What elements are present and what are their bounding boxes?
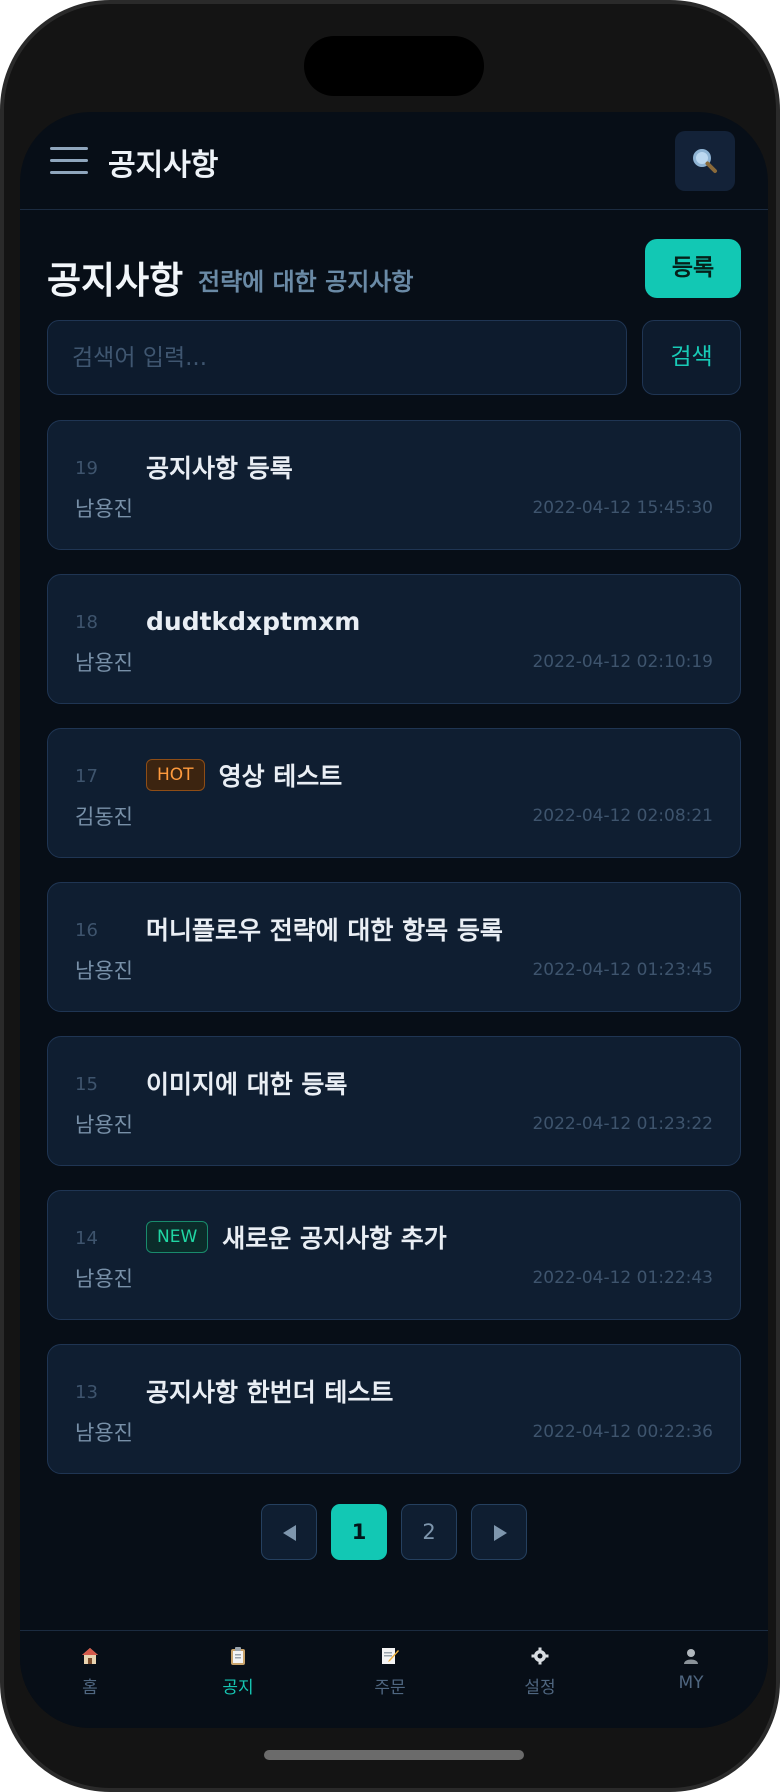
notice-author: 남용진 [75,1421,133,1445]
notice-card[interactable]: 13 공지사항 한번더 테스트남용진 2022-04-12 00:22:36 [47,1344,741,1474]
notice-title-row: 공지사항 등록 [146,449,293,485]
search-icon [693,149,717,173]
notice-author: 남용진 [75,651,133,675]
notice-number: 16 [75,920,98,941]
notice-title-row: NEW 새로운 공지사항 추가 [146,1219,447,1255]
search-input[interactable] [47,320,627,395]
notice-title-row: 공지사항 한번더 테스트 [146,1373,393,1409]
notice-title-row: dudtkdxptmxm [146,603,360,639]
pagination: 1 2 [261,1504,527,1562]
notice-date: 2022-04-12 15:45:30 [532,498,713,518]
notice-card[interactable]: 15 이미지에 대한 등록남용진 2022-04-12 01:23:22 [47,1036,741,1166]
clipboard-icon [188,1647,288,1669]
page-button-2[interactable]: 2 [401,1504,457,1560]
notice-title-row: 이미지에 대한 등록 [146,1065,347,1101]
nav-item-home[interactable]: 홈 [40,1643,140,1698]
notice-author: 남용진 [75,497,133,521]
notice-date: 2022-04-12 02:08:21 [532,806,713,826]
user-icon [641,1647,741,1669]
notice-card[interactable]: 16 머니플로우 전략에 대한 항목 등록남용진 2022-04-12 01:23:… [47,882,741,1012]
nav-item-notice[interactable]: 공지 [188,1643,288,1698]
notice-title-row: 머니플로우 전략에 대한 항목 등록 [146,911,503,947]
notice-title[interactable]: dudtkdxptmxm [146,607,360,636]
new-badge: NEW [146,1221,209,1253]
nav-label-home: 홈 [82,1678,98,1698]
nav-label-settings: 설정 [524,1678,556,1698]
notice-number: 19 [75,458,98,479]
notice-card[interactable]: 18 dudtkdxptmxm 남용진 2022-04-12 02:10:19 [47,574,741,704]
notice-title[interactable]: 영상 테스트 [219,757,343,793]
page-title: 공지사항 [47,259,184,302]
register-button[interactable]: 등록 [645,239,741,298]
notice-number: 13 [75,1382,98,1403]
home-indicator[interactable] [264,1750,524,1760]
notice-title[interactable]: 머니플로우 전략에 대한 항목 등록 [146,911,503,947]
notice-author: 김동진 [75,805,133,829]
next-page-button[interactable] [471,1504,527,1560]
notice-number: 18 [75,612,98,633]
notice-card[interactable]: 19 공지사항 등록남용진 2022-04-12 15:45:30 [47,420,741,550]
notice-number: 15 [75,1074,98,1095]
hot-badge: HOT [146,759,205,791]
notice-date: 2022-04-12 01:23:45 [532,960,713,980]
nav-label-my: MY [678,1673,704,1693]
header-title: 공지사항 [108,148,219,183]
notice-title[interactable]: 새로운 공지사항 추가 [222,1219,446,1255]
notice-number: 17 [75,766,98,787]
notice-title[interactable]: 공지사항 등록 [146,449,293,485]
page-subtitle: 전략에 대한 공지사항 [198,268,414,296]
nav-label-notice: 공지 [222,1678,254,1698]
notice-title-row: HOT 영상 테스트 [146,757,342,793]
notice-author: 남용진 [75,1267,133,1291]
hamburger-menu-icon[interactable] [50,147,88,175]
prev-page-button[interactable] [261,1504,317,1560]
app-header: 공지사항 [20,112,768,210]
notice-card[interactable]: 14 NEW 새로운 공지사항 추가남용진 2022-04-12 01:22:43 [47,1190,741,1320]
notice-date: 2022-04-12 00:22:36 [532,1422,713,1442]
notice-author: 남용진 [75,959,133,983]
nav-item-settings[interactable]: 설정 [490,1643,590,1698]
dynamic-island [304,36,484,96]
search-button[interactable]: 검색 [642,320,741,395]
notice-date: 2022-04-12 02:10:19 [532,652,713,672]
triangle-left-icon [283,1525,296,1541]
phone-frame: 공지사항 공지사항 전략에 대한 공지사항 등록 검색 19 공지사항 등록남용진… [0,0,780,1792]
app-screen: 공지사항 공지사항 전략에 대한 공지사항 등록 검색 19 공지사항 등록남용진… [20,112,768,1728]
notice-date: 2022-04-12 01:23:22 [532,1114,713,1134]
header-search-button[interactable] [675,131,735,191]
notice-number: 14 [75,1228,98,1249]
nav-item-order[interactable]: 주문 [340,1643,440,1698]
triangle-right-icon [494,1525,507,1541]
notice-title[interactable]: 이미지에 대한 등록 [146,1065,347,1101]
notice-date: 2022-04-12 01:22:43 [532,1268,713,1288]
bottom-navigation: 홈 공지 주문 설정 MY [20,1630,768,1728]
gear-icon [490,1647,590,1669]
notice-title[interactable]: 공지사항 한번더 테스트 [146,1373,393,1409]
home-icon [40,1647,140,1669]
notice-card[interactable]: 17 HOT 영상 테스트김동진 2022-04-12 02:08:21 [47,728,741,858]
nav-item-my[interactable]: MY [641,1643,741,1693]
page-button-1[interactable]: 1 [331,1504,387,1560]
memo-icon [340,1647,440,1669]
notice-author: 남용진 [75,1113,133,1137]
nav-label-order: 주문 [374,1678,406,1698]
notice-list: 19 공지사항 등록남용진 2022-04-12 15:45:30 18 dudtkdx… [47,420,741,1498]
